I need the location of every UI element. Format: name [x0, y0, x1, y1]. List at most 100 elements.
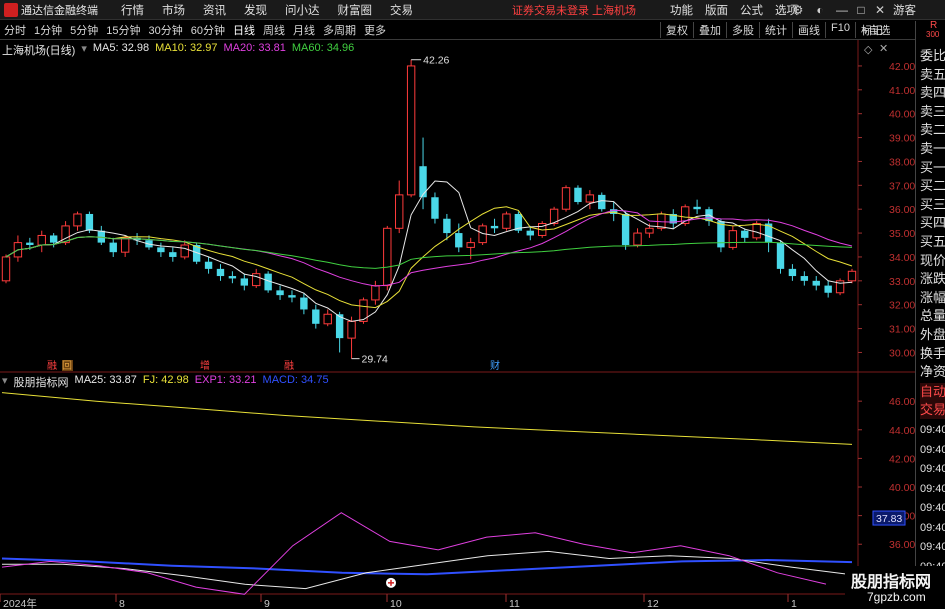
tool-statistics[interactable]: 统计: [759, 22, 792, 38]
main-ytick-label: 40.00: [889, 109, 915, 121]
guest-user[interactable]: 游客: [893, 2, 916, 18]
candle-body: [216, 268, 225, 277]
main-ytick-label: 42.00: [889, 61, 915, 73]
menu-ask-xiaoda[interactable]: 问小达: [276, 2, 329, 18]
candle-body: [383, 227, 392, 287]
maximize-icon[interactable]: □: [853, 2, 869, 18]
tick-time-1: 09:40: [920, 443, 945, 456]
period-multi[interactable]: 多周期: [319, 22, 360, 38]
period-weekly[interactable]: 周线: [259, 22, 289, 38]
diamond-icon[interactable]: ◇: [864, 43, 872, 56]
auto-trade-button[interactable]: 自动: [920, 383, 945, 401]
quote-field-16: 换手: [920, 345, 945, 361]
title-menu-bar: 通达信金融终端 行情 市场 资讯 发现 问小达 财富圈 交易 证券交易未登录 上…: [0, 0, 945, 20]
menu-discover[interactable]: 发现: [235, 2, 276, 18]
auto-trade-button[interactable]: 交易: [920, 401, 945, 419]
period-more[interactable]: 更多: [360, 22, 390, 38]
legend-ma10: MA10: 32.97: [155, 42, 218, 54]
candle-body: [419, 166, 427, 198]
quote-field-6: 买一: [920, 159, 945, 175]
right-menu: 功能 版面 公式 选项: [664, 2, 804, 18]
period-daily[interactable]: 日线: [229, 22, 259, 38]
tool-adjust[interactable]: 复权: [660, 22, 693, 38]
menu-quotes[interactable]: 行情: [112, 2, 153, 18]
quote-field-15: 外盘: [920, 327, 945, 342]
legend-ma60: MA60: 34.96: [291, 42, 355, 54]
quote-field-11: 现价: [920, 252, 945, 268]
candle-body: [109, 242, 117, 253]
login-notice[interactable]: 证券交易未登录 上海机场: [512, 2, 636, 18]
candle-body: [323, 313, 332, 325]
menu-trade[interactable]: 交易: [381, 2, 422, 18]
main-ytick-label: 35.00: [889, 228, 915, 240]
sub-ytick-label: 44.00: [889, 425, 915, 437]
settings-icon[interactable]: ⚙: [790, 2, 806, 18]
tool-f10[interactable]: F10: [825, 22, 855, 38]
quote-field-0: 委比: [920, 48, 945, 63]
candle-body: [371, 285, 380, 301]
indicator-name[interactable]: 股朋指标网: [14, 374, 69, 390]
tool-multi-stock[interactable]: 多股: [726, 22, 759, 38]
candle-body: [598, 194, 606, 210]
menu-formula[interactable]: 公式: [734, 2, 769, 18]
period-15min[interactable]: 15分钟: [102, 22, 144, 38]
menu-layout[interactable]: 版面: [699, 2, 734, 18]
xtick-label: 8: [119, 598, 125, 609]
candle-body: [97, 230, 106, 243]
minimize-icon[interactable]: —: [834, 2, 850, 18]
kline-chart-area[interactable]: 42.00 41.00 40.00 39.00 38.00 37.00 36.00 35.00…: [0, 40, 915, 609]
add-favorite-button[interactable]: +自选: [862, 22, 890, 38]
xtick-label: 10: [390, 598, 402, 609]
candle-body: [120, 237, 130, 253]
tick-time-6: 09:40: [920, 541, 945, 553]
stock-name[interactable]: 上海机场(日线): [2, 42, 75, 58]
tool-overlay[interactable]: 叠加: [693, 22, 726, 38]
skin-icon[interactable]: ◐: [812, 2, 828, 18]
watermark: 股朋指标网 7gpzb.com: [845, 566, 945, 609]
tool-draw-line[interactable]: 画线: [792, 22, 825, 38]
candle-body: [776, 242, 785, 269]
candle-body: [585, 194, 595, 203]
app-logo-icon: [4, 2, 18, 17]
sub-ytick-label: 46.00: [889, 396, 915, 408]
period-1min[interactable]: 1分钟: [30, 22, 66, 38]
candle-body: [1, 256, 11, 282]
quote-field-10: 买五: [920, 234, 945, 249]
period-30min[interactable]: 30分钟: [145, 22, 187, 38]
dropdown-icon[interactable]: ▾: [81, 42, 87, 58]
ma60-line: [5, 236, 853, 269]
quote-field-13: 涨幅: [920, 289, 945, 305]
candle-body: [180, 244, 189, 258]
candle-body: [169, 252, 177, 257]
legend-ma25: MA25: 33.87: [74, 374, 137, 386]
candle-body: [395, 194, 404, 229]
period-5min[interactable]: 5分钟: [66, 22, 102, 38]
period-60min[interactable]: 60分钟: [187, 22, 229, 38]
xtick-label: 2024年: [3, 597, 37, 609]
main-legend: 上海机场(日线) ▾ MA5: 32.98 MA10: 32.97 MA20: …: [2, 42, 354, 58]
candle-body: [300, 297, 308, 310]
main-ytick-label: 31.00: [889, 324, 915, 336]
menu-wealth-circle[interactable]: 财富圈: [329, 2, 382, 18]
watermark-url: 7gpzb.com: [867, 590, 926, 604]
candle-body: [728, 230, 738, 248]
candle-body: [73, 213, 82, 227]
kline-chart-svg[interactable]: 42.00 41.00 40.00 39.00 38.00 37.00 36.00 35.00…: [0, 40, 915, 609]
sub-ytick-label: 42.00: [889, 453, 915, 465]
candle-body: [431, 197, 439, 219]
menu-function[interactable]: 功能: [664, 2, 699, 18]
candle-body: [252, 273, 261, 287]
candle-body: [406, 65, 416, 196]
period-monthly[interactable]: 月线: [289, 22, 319, 38]
candle-body: [824, 285, 832, 293]
close-pane-icon[interactable]: ✕: [879, 42, 888, 55]
candle-body: [276, 290, 284, 296]
indicator-dropdown-icon[interactable]: ▾: [2, 374, 8, 390]
close-icon[interactable]: ✕: [872, 2, 888, 18]
menu-market[interactable]: 市场: [153, 2, 194, 18]
menu-news[interactable]: 资讯: [194, 2, 235, 18]
candle-body: [49, 235, 58, 243]
sub-legend: ▾ 股朋指标网 MA25: 33.87 FJ: 42.98 EXP1: 33.2…: [2, 374, 329, 390]
period-timeshare[interactable]: 分时: [0, 22, 30, 38]
tick-time-0: 09:40: [920, 424, 945, 436]
